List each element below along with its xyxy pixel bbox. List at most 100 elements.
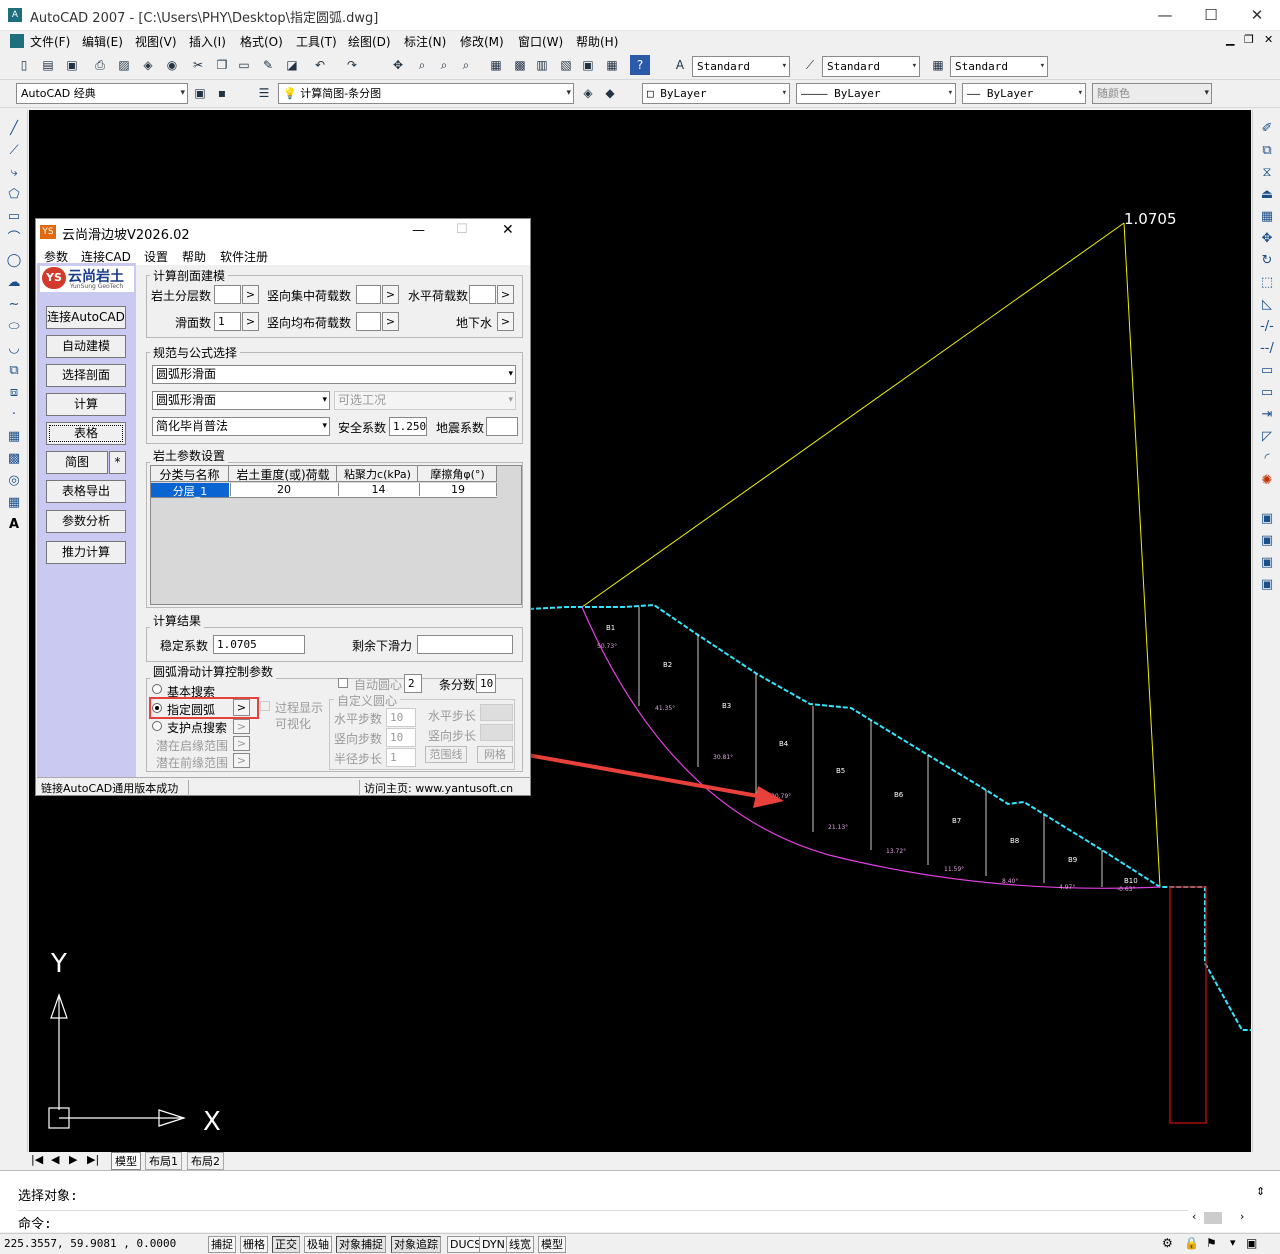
layers-expand-button[interactable]: >	[242, 285, 259, 304]
tab-next-button[interactable]: ▶	[69, 1153, 77, 1166]
layer-manager-icon[interactable]: ☰	[254, 83, 274, 103]
workspace-select[interactable]: AutoCAD 经典 ▾	[16, 83, 188, 104]
vconc-expand-button[interactable]: >	[382, 285, 399, 304]
menu-edit[interactable]: 编辑(E)	[82, 33, 123, 50]
3d-dwf-icon[interactable]: ◉	[162, 55, 182, 75]
cut-icon[interactable]: ✂	[188, 55, 208, 75]
multiline-text-icon[interactable]: A	[5, 516, 23, 534]
param-analysis-button[interactable]: 参数分析	[46, 510, 126, 533]
rotate-icon[interactable]: ↻	[1258, 252, 1276, 270]
markup-icon[interactable]: ▣	[578, 55, 598, 75]
command-prompt[interactable]: 命令:	[18, 1210, 1188, 1232]
scale-icon[interactable]: ⬚	[1258, 274, 1276, 292]
rectangle-icon[interactable]: ▭	[5, 208, 23, 226]
safety-factor-input[interactable]: 1.250	[389, 417, 427, 436]
color-select[interactable]: □ ByLayer ▾	[642, 83, 790, 104]
sheet-set-icon[interactable]: ▧	[556, 55, 576, 75]
status-menu-icon[interactable]: ▾	[1230, 1236, 1236, 1249]
draworder-under-icon[interactable]: ▣	[1258, 576, 1276, 594]
sketch-option-button[interactable]: *	[109, 451, 126, 474]
fillet-icon[interactable]: ◜	[1258, 450, 1276, 468]
layers-input[interactable]	[214, 285, 241, 304]
circle-icon[interactable]: ◯	[5, 252, 23, 270]
layer-select[interactable]: 💡 计算简图-条分图 ▾	[278, 83, 574, 104]
table-row[interactable]: 分层_1 20 14 19	[151, 483, 497, 498]
snap-toggle[interactable]: 捕捉	[208, 1236, 236, 1253]
grid-toggle[interactable]: 栅格	[240, 1236, 268, 1253]
lock-icon[interactable]: 🔒	[1184, 1236, 1199, 1250]
lineweight-select[interactable]: —— ByLayer ▾	[962, 83, 1086, 104]
menu-help[interactable]: 帮助(H)	[576, 33, 618, 50]
menu-file[interactable]: 文件(F)	[30, 33, 70, 50]
draworder-above-icon[interactable]: ▣	[1258, 554, 1276, 572]
doc-minimize-button[interactable]: ▁	[1226, 33, 1234, 46]
slices-count-input[interactable]: 10	[476, 674, 496, 693]
menu-window[interactable]: 窗口(W)	[518, 33, 563, 50]
radio-basic[interactable]	[152, 684, 162, 694]
menu-dimension[interactable]: 标注(N)	[404, 33, 446, 50]
dyn-toggle[interactable]: DYN	[479, 1236, 508, 1253]
polyline-icon[interactable]: ⤷	[5, 164, 23, 182]
vconc-input[interactable]	[356, 285, 381, 304]
make-current-layer-icon[interactable]: ◈	[578, 83, 598, 103]
vdist-expand-button[interactable]: >	[382, 312, 399, 331]
dialog-menu-help[interactable]: 帮助	[182, 248, 206, 265]
sketch-button[interactable]: 简图	[46, 451, 108, 474]
doc-restore-button[interactable]: ❐	[1244, 33, 1254, 46]
tool-palettes-icon[interactable]: ▥	[532, 55, 552, 75]
dialog-menu-settings[interactable]: 设置	[144, 248, 168, 265]
workspace-save-icon[interactable]: ▪	[212, 83, 232, 103]
table-style-select[interactable]: Standard ▾	[950, 56, 1048, 77]
spline-icon[interactable]: ∼	[5, 296, 23, 314]
method-select[interactable]: 简化毕肖普法 ▾	[152, 417, 330, 436]
extend-icon[interactable]: --/	[1258, 340, 1276, 358]
tab-last-button[interactable]: ▶|	[87, 1153, 99, 1166]
chamfer-icon[interactable]: ◸	[1258, 428, 1276, 446]
tab-first-button[interactable]: |◀	[31, 1153, 43, 1166]
plot-preview-icon[interactable]: ▨	[114, 55, 134, 75]
draworder-back-icon[interactable]: ▣	[1258, 532, 1276, 550]
copy-icon[interactable]: ❐	[212, 55, 232, 75]
dim-style-select[interactable]: Standard ▾	[822, 56, 920, 77]
gradient-icon[interactable]: ▩	[5, 450, 23, 468]
draworder-front-icon[interactable]: ▣	[1258, 510, 1276, 528]
layer-previous-icon[interactable]: ◆	[600, 83, 620, 103]
help-icon[interactable]: ?	[630, 55, 650, 75]
stretch-icon[interactable]: ◺	[1258, 296, 1276, 314]
tab-model[interactable]: 模型	[111, 1152, 141, 1170]
clean-screen-icon[interactable]: ▣	[1246, 1236, 1257, 1250]
construction-line-icon[interactable]: ⟋	[5, 142, 23, 160]
menu-insert[interactable]: 插入(I)	[189, 33, 226, 50]
region-icon[interactable]: ◎	[5, 472, 23, 490]
doc-close-button[interactable]: ✕	[1264, 33, 1273, 46]
make-block-icon[interactable]: ⧈	[5, 384, 23, 402]
dialog-close-button[interactable]: ✕	[502, 222, 514, 238]
block-editor-icon[interactable]: ◪	[282, 55, 302, 75]
join-icon[interactable]: ⇥	[1258, 406, 1276, 424]
vdist-input[interactable]	[356, 312, 381, 331]
line-icon[interactable]: ╱	[5, 120, 23, 138]
ortho-toggle[interactable]: 正交	[272, 1236, 300, 1253]
design-center-icon[interactable]: ▩	[510, 55, 530, 75]
trim-icon[interactable]: -/-	[1258, 318, 1276, 336]
command-scroll-up-icon[interactable]: ⇕	[1256, 1185, 1265, 1198]
polygon-icon[interactable]: ⬠	[5, 186, 23, 204]
scroll-right-icon[interactable]: ›	[1240, 1210, 1244, 1223]
erase-icon[interactable]: ✐	[1258, 120, 1276, 138]
soil-cell-weight[interactable]: 20	[230, 483, 337, 496]
minimize-button[interactable]: —	[1142, 0, 1188, 31]
tab-layout2[interactable]: 布局2	[187, 1152, 224, 1170]
soil-cell-name[interactable]: 分层_1	[151, 483, 229, 498]
soil-cell-friction[interactable]: 19	[419, 483, 497, 496]
surface-method-select[interactable]: 圆弧形滑面 ▾	[152, 391, 330, 410]
insert-block-icon[interactable]: ⧉	[5, 362, 23, 380]
polar-toggle[interactable]: 极轴	[304, 1236, 332, 1253]
move-icon[interactable]: ✥	[1258, 230, 1276, 248]
table-icon[interactable]: ▦	[5, 494, 23, 512]
open-icon[interactable]: ▤	[38, 55, 58, 75]
lineweight-toggle[interactable]: 线宽	[506, 1236, 534, 1253]
linetype-select[interactable]: ———— ByLayer ▾	[796, 83, 956, 104]
quake-factor-input[interactable]	[486, 417, 518, 436]
model-toggle[interactable]: 模型	[538, 1236, 566, 1253]
mirror-icon[interactable]: ⧖	[1258, 164, 1276, 182]
